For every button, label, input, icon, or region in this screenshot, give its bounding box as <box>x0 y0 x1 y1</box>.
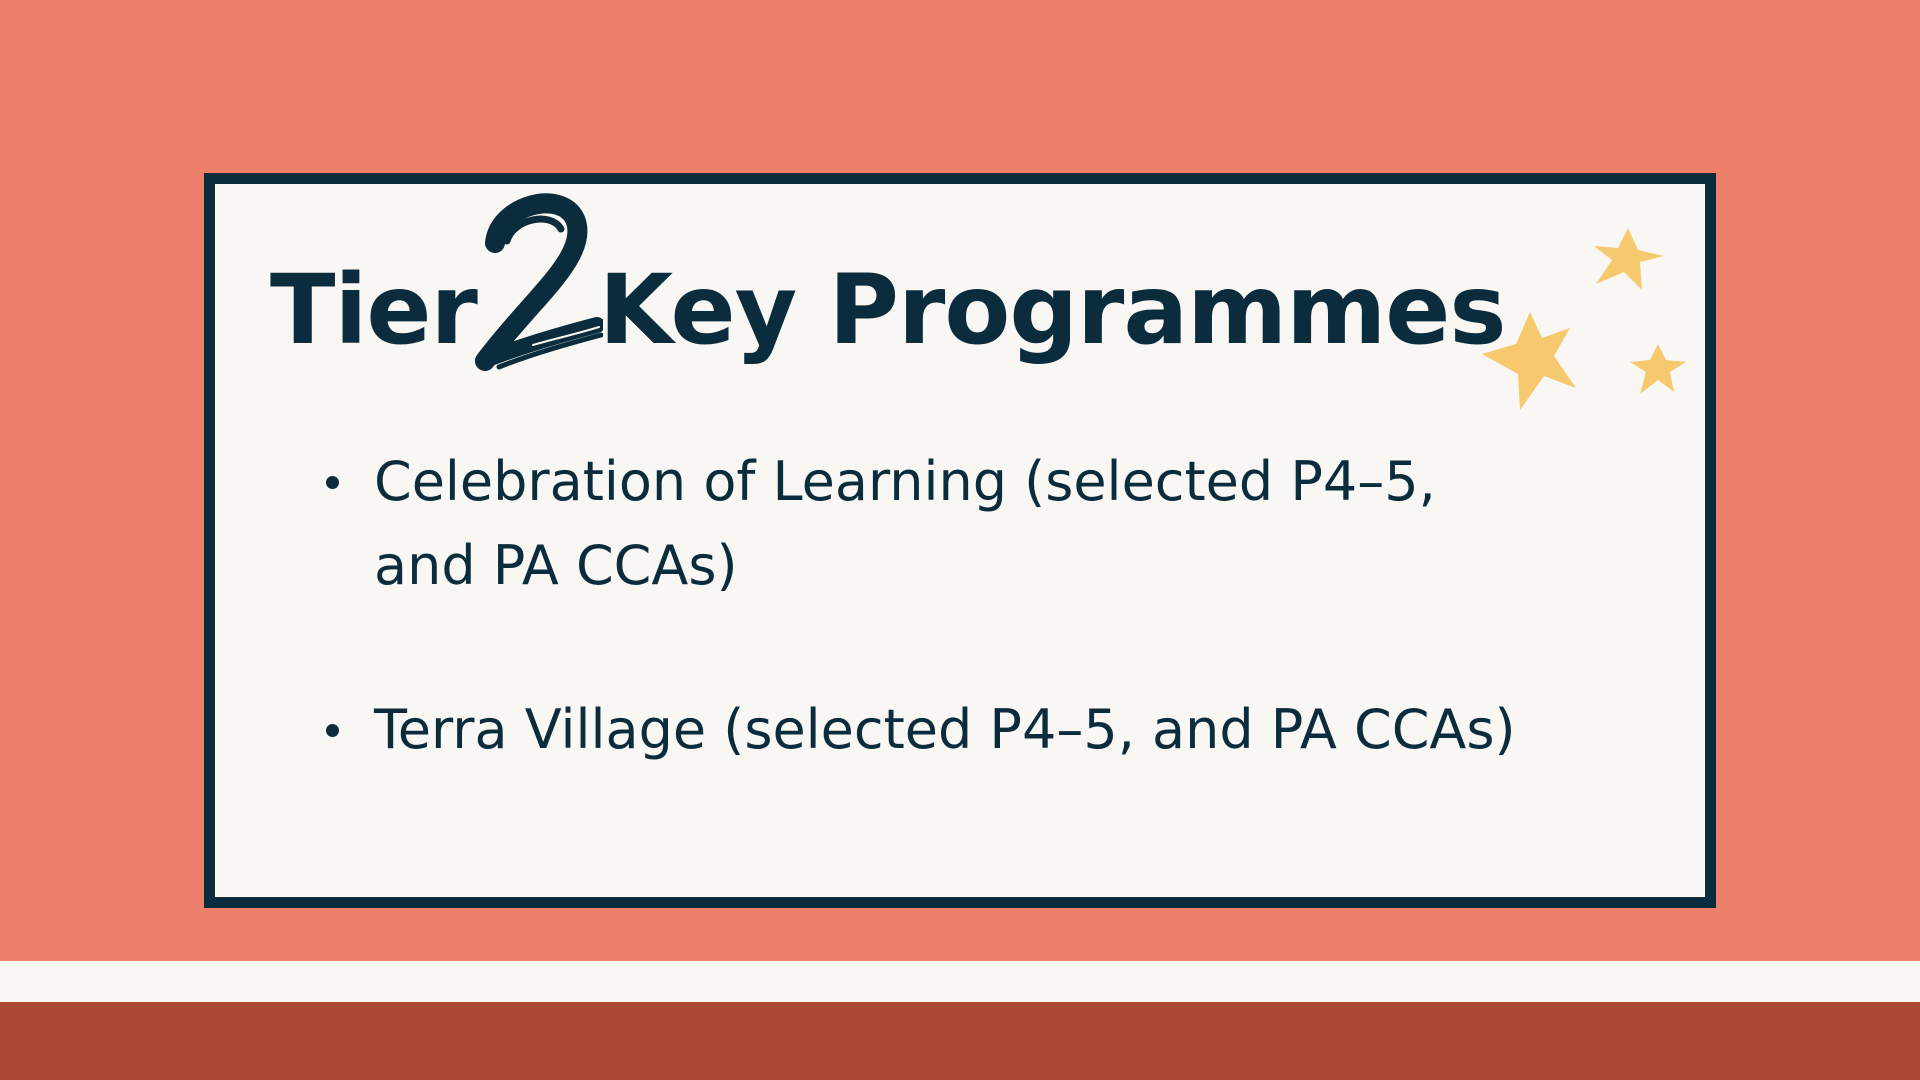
footer-band-light <box>0 961 1920 1002</box>
star-top-icon <box>1594 228 1664 290</box>
brush-two-icon: 2 <box>474 193 603 371</box>
brush-number-two: 2 <box>473 193 603 405</box>
slide-title: Tier 2 Key Programmes <box>270 193 1507 371</box>
list-item: Celebration of Learning (selected P4–5, … <box>320 440 1520 608</box>
bullet-dot <box>326 476 339 489</box>
title-prefix: Tier <box>270 254 478 366</box>
title-suffix: Key Programmes <box>598 254 1507 366</box>
programme-text: Terra Village (selected P4–5, and PA CCA… <box>374 698 1516 761</box>
programme-list: Celebration of Learning (selected P4–5, … <box>320 440 1520 852</box>
three-stars-icon <box>1482 228 1686 410</box>
star-large-icon <box>1482 312 1576 410</box>
star-right-icon <box>1630 344 1686 394</box>
list-item: Terra Village (selected P4–5, and PA CCA… <box>320 688 1520 772</box>
footer-band-dark <box>0 1002 1920 1080</box>
programme-text: Celebration of Learning (selected P4–5, … <box>374 450 1436 597</box>
bullet-dot <box>326 724 339 737</box>
